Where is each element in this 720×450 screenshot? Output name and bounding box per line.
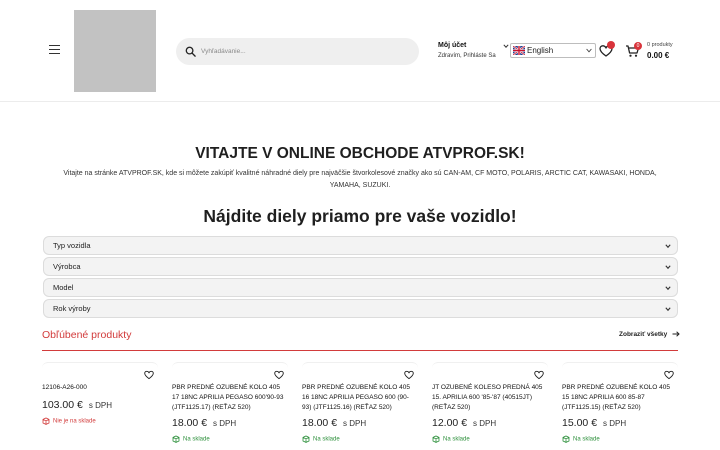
product-image[interactable] [432,362,548,376]
heart-icon[interactable] [534,370,544,380]
model-select[interactable]: Model [43,278,678,297]
show-all-label: Zobraziť všetky [619,331,668,338]
heart-icon[interactable] [664,370,674,380]
cart-items-count: 0 produkty [647,42,673,48]
stock-label: Na sklade [313,436,340,443]
uk-flag-icon [513,46,525,55]
price-vat: s DPH [213,419,237,428]
login-link[interactable]: Zdravím, Prihláste Sa [438,53,496,59]
stock-status: Na sklade [172,435,210,443]
menu-icon[interactable] [49,45,60,55]
price-value: 15.00 € [562,417,598,429]
product-name[interactable]: PBR PREDNÉ OZUBENÉ KOLO 405 17 18NC APRI… [172,383,288,413]
vehicle-type-select[interactable]: Typ vozidla [43,236,678,255]
cart-summary[interactable]: 0 produkty 0.00 € [647,42,673,60]
product-price: 18.00 € s DPH [302,417,366,429]
box-icon [42,417,50,425]
chevron-down-icon [586,48,592,53]
stock-label: Na sklade [573,436,600,443]
product-card[interactable]: PBR PREDNÉ OZUBENÉ KOLO 405 15 18NC APRI… [562,362,678,450]
product-name[interactable]: JT OZUBENÉ KOLESO PREDNÁ 405 15. APRILIA… [432,383,548,413]
stock-label: Na sklade [183,436,210,443]
account-menu[interactable]: Môj účet Zdravím, Prihláste Sa [438,42,509,59]
cart-button[interactable]: 0 [625,42,642,58]
stock-label: Na sklade [443,436,470,443]
box-icon [172,435,180,443]
manufacturer-select[interactable]: Výrobca [43,257,678,276]
stock-status: Na sklade [302,435,340,443]
product-price: 103.00 € s DPH [42,399,112,411]
welcome-text: Vitajte na stránke ATVPROF.SK, kde si mô… [63,170,657,189]
price-vat: s DPH [88,401,112,410]
select-label: Výrobca [53,262,81,271]
select-label: Rok výroby [53,304,91,313]
price-vat: s DPH [343,419,367,428]
chevron-down-icon [665,286,671,291]
product-price: 18.00 € s DPH [172,417,236,429]
price-value: 103.00 € [42,399,83,411]
product-price: 15.00 € s DPH [562,417,626,429]
language-label: English [527,46,554,55]
cart-badge: 0 [634,42,642,50]
price-vat: s DPH [473,419,497,428]
price-value: 18.00 € [172,417,208,429]
search-input[interactable] [201,42,406,61]
product-card[interactable]: 12106-A26-000 103.00 € s DPH Nie je na sk… [42,362,158,450]
product-image[interactable] [302,362,418,376]
language-select[interactable]: English [510,43,596,58]
cart-total: 0.00 € [647,51,670,60]
wishlist-badge [607,41,615,49]
product-card[interactable]: PBR PREDNÉ OZUBENÉ KOLO 405 16 18NC APRI… [302,362,418,450]
site-header: Môj účet Zdravím, Prihláste Sa English [0,0,720,102]
chevron-down-icon [665,307,671,312]
select-label: Model [53,283,74,292]
arrow-right-icon [672,331,680,337]
product-price: 12.00 € s DPH [432,417,496,429]
stock-status: Na sklade [432,435,470,443]
product-name[interactable]: PBR PREDNÉ OZUBENÉ KOLO 405 16 18NC APRI… [302,383,418,413]
price-value: 12.00 € [432,417,468,429]
product-image[interactable] [42,362,158,376]
chevron-down-icon [665,265,671,270]
heart-icon[interactable] [274,370,284,380]
product-name[interactable]: 12106-A26-000 [42,383,158,393]
wishlist-button[interactable] [599,41,615,58]
welcome-title: VITAJTE V ONLINE OBCHODE ATVPROF.SK! [195,145,525,162]
product-image[interactable] [562,362,678,376]
search-bar [176,38,419,65]
account-title: Môj účet [438,42,467,49]
box-icon [302,435,310,443]
product-image[interactable] [172,362,288,376]
search-icon[interactable] [185,46,196,57]
product-name[interactable]: PBR PREDNÉ OZUBENÉ KOLO 405 15 18NC APRI… [562,383,678,413]
show-all-link[interactable]: Zobraziť všetky [619,331,680,338]
section-divider [42,350,678,352]
stock-status: Na sklade [562,435,600,443]
box-icon [562,435,570,443]
select-label: Typ vozidla [53,241,91,250]
price-value: 18.00 € [302,417,338,429]
price-vat: s DPH [603,419,627,428]
vehicle-finder-title: Nájdite diely priamo pre vaše vozidlo! [203,206,517,226]
heart-icon[interactable] [404,370,414,380]
chevron-down-icon [665,244,671,249]
product-card[interactable]: JT OZUBENÉ KOLESO PREDNÁ 405 15. APRILIA… [432,362,548,450]
site-logo[interactable] [74,10,156,92]
popular-products-title: Obľúbené produkty [42,329,132,341]
year-select[interactable]: Rok výroby [43,299,678,318]
stock-label: Nie je na sklade [53,418,96,425]
box-icon [432,435,440,443]
stock-status: Nie je na sklade [42,417,96,425]
chevron-down-icon [503,44,509,48]
product-card[interactable]: PBR PREDNÉ OZUBENÉ KOLO 405 17 18NC APRI… [172,362,288,450]
heart-icon[interactable] [144,370,154,380]
